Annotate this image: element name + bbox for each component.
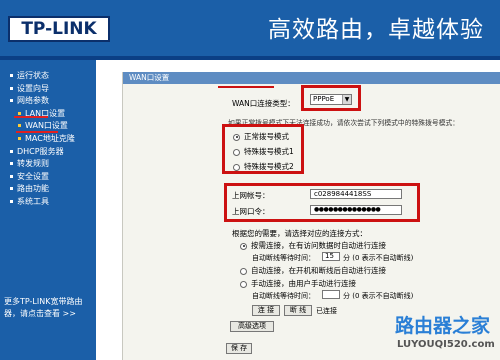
radio-icon — [240, 280, 247, 288]
save-button[interactable]: 保 存 — [226, 343, 252, 354]
sidebar-item-label: MAC地址克隆 — [25, 133, 75, 143]
sidebar-item-label: WAN口设置 — [25, 121, 68, 131]
advanced-options-button[interactable]: 高级选项 — [230, 321, 274, 332]
sidebar-item-label: 路由功能 — [17, 184, 49, 194]
sidebar-item-label: DHCP服务器 — [17, 146, 64, 156]
bullet-icon — [10, 162, 13, 166]
sidebar-item-dhcp[interactable]: DHCP服务器 — [10, 146, 75, 159]
idle-time-unit-1: 分 (0 表示不自动断线) — [343, 254, 414, 262]
idle-time-input-1[interactable]: 15 — [322, 252, 340, 261]
sidebar-menu: 运行状态 设置向导 网络参数 LAN口设置 WAN口设置 MAC地址克隆 DHC… — [0, 60, 96, 360]
bullet-icon — [10, 99, 13, 103]
watermark-title: 路由器之家 — [395, 315, 491, 337]
dial-mode-special-1[interactable]: 特殊拨号模式1 — [233, 146, 294, 157]
disconnect-button[interactable]: 断 线 — [284, 305, 312, 316]
sidebar-item-status[interactable]: 运行状态 — [10, 70, 75, 83]
sidebar-item-security[interactable]: 安全设置 — [10, 171, 75, 184]
idle-time-unit-2: 分 (0 表示不自动断线) — [343, 292, 414, 300]
sidebar-item-label: 设置向导 — [17, 83, 49, 93]
radio-selected-icon — [240, 242, 247, 250]
conn-mode-label: 根据您的需要，请选择对应的连接方式： — [232, 229, 367, 238]
header-banner: TP-LINK 高效路由，卓越体验 — [0, 0, 500, 60]
bullet-icon — [10, 149, 13, 153]
sidebar-item-label: 网络参数 — [17, 96, 49, 106]
sidebar-item-label: 系统工具 — [17, 196, 49, 206]
dial-mode-normal[interactable]: 正常拨号模式 — [233, 131, 289, 142]
sidebar-item-mac-clone[interactable]: MAC地址克隆 — [10, 133, 75, 146]
sidebar-item-lan[interactable]: LAN口设置 — [10, 108, 75, 121]
password-input[interactable]: ●●●●●●●●●●●●●● — [310, 205, 402, 215]
sidebar-item-label: 转发规则 — [17, 159, 49, 169]
panel-title: WAN口设置 — [123, 72, 500, 84]
sidebar-item-forwarding[interactable]: 转发规则 — [10, 158, 75, 171]
conn-mode-manual[interactable]: 手动连接，由用户手动进行连接 — [240, 278, 356, 289]
radio-icon — [233, 163, 240, 171]
header-slogan: 高效路由，卓越体验 — [268, 17, 484, 43]
chevron-down-icon: ▼ — [342, 95, 351, 104]
idle-time-input-2[interactable] — [322, 290, 340, 299]
bullet-icon — [18, 124, 21, 128]
bullet-icon — [18, 136, 21, 140]
wan-type-label: WAN口连接类型： — [232, 99, 295, 108]
dial-mode-label: 特殊拨号模式1 — [244, 147, 294, 156]
sidebar-item-network[interactable]: 网络参数 — [10, 95, 75, 108]
site-watermark: 路由器之家 LUYOUQI520.com — [395, 311, 500, 360]
radio-icon — [240, 267, 247, 275]
connect-button[interactable]: 连 接 — [252, 305, 280, 316]
tp-link-logo: TP-LINK — [8, 16, 110, 42]
dial-mode-label: 特殊拨号模式2 — [244, 162, 294, 171]
conn-mode-on-demand[interactable]: 按需连接，在有访问数据时自动进行连接 — [240, 240, 386, 251]
bullet-icon — [18, 111, 21, 115]
watermark-url: LUYOUQI520.com — [397, 339, 495, 350]
dial-mode-special-2[interactable]: 特殊拨号模式2 — [233, 161, 294, 172]
conn-mode-option-label: 手动连接，由用户手动进行连接 — [251, 279, 356, 288]
more-products-link[interactable]: 更多TP-LINK宽带路由器，请点击查看 >> — [4, 296, 94, 320]
password-label: 上网口令： — [232, 207, 270, 216]
connection-status: 已连接 — [316, 307, 337, 315]
account-label: 上网帐号： — [232, 191, 270, 200]
bullet-icon — [10, 174, 13, 178]
account-input[interactable]: c0289844418SS — [310, 189, 402, 199]
idle-time-label-1: 自动断线等待时间： — [252, 254, 315, 262]
bullet-icon — [10, 199, 13, 203]
wan-type-value: PPPoE — [313, 95, 335, 103]
sidebar-item-system-tools[interactable]: 系统工具 — [10, 196, 75, 209]
conn-mode-auto[interactable]: 自动连接，在开机和断线后自动进行连接 — [240, 265, 386, 276]
bullet-icon — [10, 74, 13, 77]
radio-selected-icon — [233, 133, 240, 141]
conn-mode-option-label: 自动连接，在开机和断线后自动进行连接 — [251, 266, 386, 275]
red-underline-mark — [16, 131, 58, 133]
wan-type-select[interactable]: PPPoE ▼ — [310, 94, 352, 105]
sidebar-item-label: 安全设置 — [17, 171, 49, 181]
radio-icon — [233, 148, 240, 156]
sidebar-item-routing[interactable]: 路由功能 — [10, 183, 75, 196]
conn-mode-option-label: 按需连接，在有访问数据时自动进行连接 — [251, 241, 386, 250]
sidebar-items: 运行状态 设置向导 网络参数 LAN口设置 WAN口设置 MAC地址克隆 DHC… — [10, 70, 75, 209]
bullet-icon — [10, 86, 13, 90]
red-underline-mark — [14, 116, 48, 118]
idle-time-label-2: 自动断线等待时间： — [252, 292, 315, 300]
dial-mode-label: 正常拨号模式 — [244, 132, 289, 141]
sidebar-item-wizard[interactable]: 设置向导 — [10, 83, 75, 96]
title-highlight-mark — [218, 72, 274, 88]
sidebar-item-label: 运行状态 — [17, 71, 49, 80]
bullet-icon — [10, 187, 13, 191]
